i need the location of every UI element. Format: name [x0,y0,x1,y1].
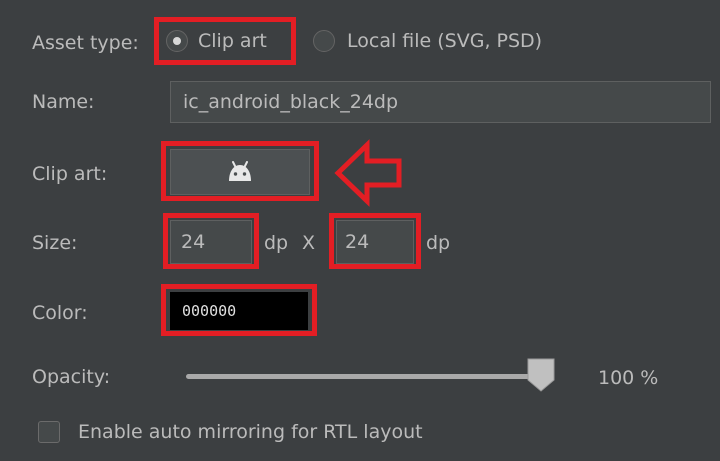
asset-type-label: Asset type: [32,32,139,54]
name-label: Name: [32,91,95,113]
red-arrow-left-icon [334,139,402,207]
opacity-label: Opacity: [32,366,111,388]
auto-mirroring-label: Enable auto mirroring for RTL layout [78,421,423,443]
android-icon [229,161,251,181]
size-separator: X [302,232,316,254]
auto-mirroring-checkbox[interactable] [38,421,60,443]
clip-art-picker-button[interactable] [170,149,310,195]
auto-mirroring-option[interactable]: Enable auto mirroring for RTL layout [38,421,423,443]
size-height-unit: dp [426,232,451,254]
opacity-value: 100 % [598,367,659,389]
name-input[interactable]: ic_android_black_24dp [170,81,711,123]
size-height-input[interactable]: 24 [336,220,414,264]
clip-art-radio-label: Clip art [198,30,267,52]
opacity-slider-thumb[interactable] [527,358,555,392]
local-file-radio[interactable] [313,30,335,52]
opacity-slider-track[interactable] [186,374,542,379]
radio-selected-dot [173,37,181,45]
color-swatch-field[interactable]: 000000 [170,292,308,330]
size-width-unit: dp [264,232,289,254]
local-file-radio-label: Local file (SVG, PSD) [347,30,543,52]
size-width-input[interactable]: 24 [170,220,252,264]
clip-art-radio-option[interactable]: Clip art [166,30,267,52]
color-label: Color: [32,302,88,324]
clip-art-radio[interactable] [166,30,188,52]
local-file-radio-option[interactable]: Local file (SVG, PSD) [313,30,542,52]
clip-art-label: Clip art: [32,163,108,185]
size-label: Size: [32,232,78,254]
